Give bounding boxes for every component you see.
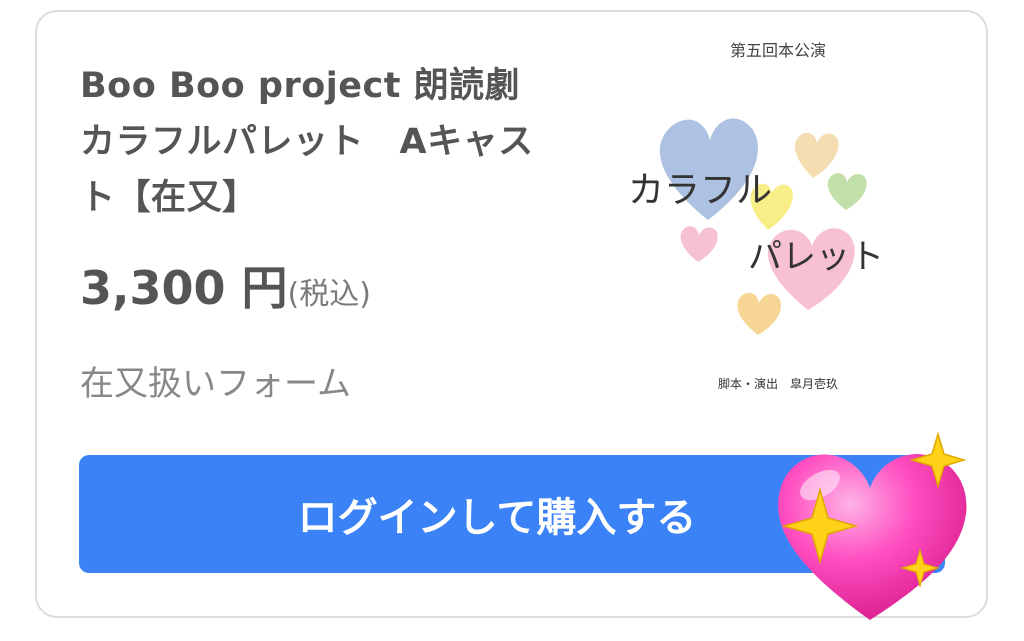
product-title: Boo Boo project 朗読劇 カラフルパレット Aキャスト【在又】: [80, 66, 534, 218]
thumbnail-title-line2: パレット: [748, 237, 884, 277]
product-thumbnail[interactable]: 第五回本公演 カラフル パレット 脚本・演出 皐月壱玖: [618, 30, 938, 410]
thumbnail-title-line1: カラフル: [628, 170, 772, 211]
green-heart-icon: [827, 173, 867, 210]
orange-heart-icon: [737, 292, 781, 335]
price-row: 3,300 円(税込): [80, 252, 371, 318]
small-pink-heart-icon: [680, 226, 718, 262]
peach-heart-icon: [794, 132, 839, 178]
thumbnail-credit: 脚本・演出 皐月壱玖: [718, 376, 838, 391]
form-name: 在又扱いフォーム: [80, 364, 351, 404]
price: 3,300 円: [80, 261, 288, 315]
tax-note: (税込): [287, 277, 371, 312]
thumbnail-top-text: 第五回本公演: [730, 41, 826, 60]
thumbnail-artwork: 第五回本公演 カラフル パレット 脚本・演出 皐月壱玖: [628, 41, 884, 391]
sparkling-heart-icon: [778, 431, 967, 620]
